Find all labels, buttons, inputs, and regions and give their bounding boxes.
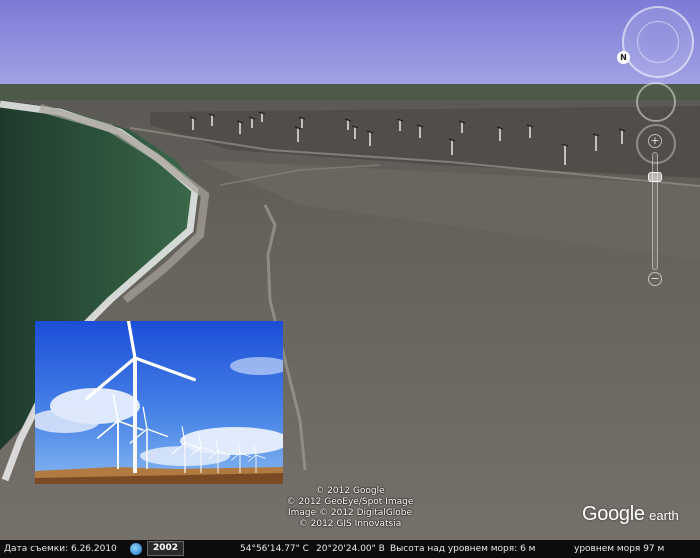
wind-turbine-photo[interactable]: [35, 321, 283, 484]
latitude-readout: 54°56'14.77" С: [240, 544, 309, 554]
attribution-line: © 2012 Google: [315, 486, 385, 496]
logo-product: earth: [649, 508, 679, 523]
eye-altitude-readout: уровнем моря 97 м: [574, 544, 665, 554]
attribution-line: © 2012 GIS Innovatsia: [298, 519, 402, 529]
zoom-slider-track[interactable]: [652, 152, 658, 270]
zoom-out-button[interactable]: −: [648, 272, 662, 286]
historical-imagery-icon[interactable]: [130, 543, 142, 555]
look-joystick[interactable]: [637, 21, 679, 63]
imagery-attribution: © 2012 Google © 2012 GeoEye/Spot Image I…: [270, 486, 430, 530]
look-control[interactable]: [636, 82, 676, 122]
elevation-readout: Высота над уровнем моря: 6 м: [390, 544, 536, 554]
longitude-readout: 20°20'24.00" В: [316, 544, 385, 554]
sky: [0, 0, 700, 88]
google-earth-logo: Google earth: [582, 503, 679, 526]
capture-date: Дата съемки: 6.26.2010: [4, 544, 117, 554]
compass-ring[interactable]: N: [617, 6, 694, 78]
attribution-line: © 2012 GeoEye/Spot Image: [286, 497, 414, 507]
navigation-controls: N + −: [617, 0, 700, 300]
status-bar: Дата съемки: 6.26.2010 2002 54°56'14.77"…: [0, 540, 700, 558]
north-indicator[interactable]: N: [617, 51, 630, 64]
imagery-year-button[interactable]: 2002: [147, 541, 185, 556]
zoom-in-button[interactable]: +: [648, 134, 662, 148]
zoom-slider-thumb[interactable]: [648, 172, 662, 182]
logo-brand: Google: [582, 503, 645, 525]
attribution-line: Image © 2012 DigitalGlobe: [287, 508, 413, 518]
earth-viewport[interactable]: N + − © 2012 Google © 2012 GeoEye/Spot I…: [0, 0, 700, 540]
turbine-photo-image: [35, 321, 283, 484]
